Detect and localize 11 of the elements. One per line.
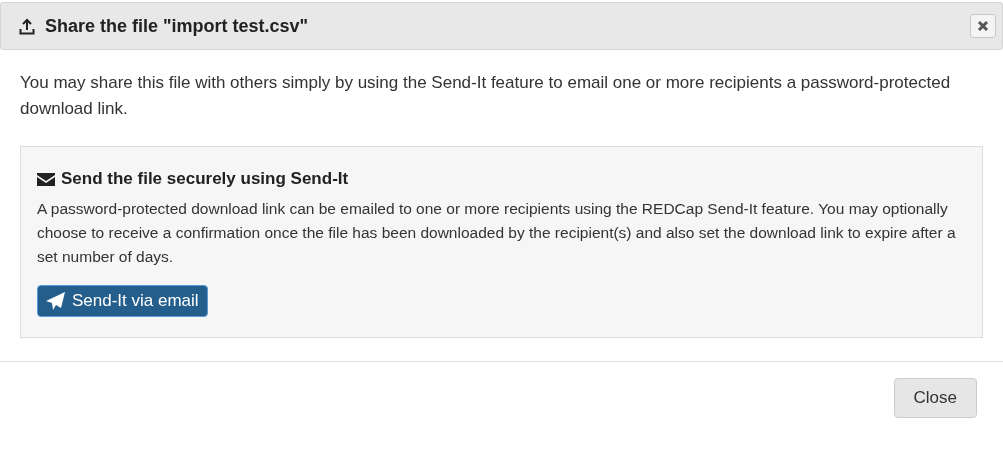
- close-icon: [977, 20, 989, 32]
- send-it-button[interactable]: Send-It via email: [37, 285, 208, 317]
- paper-plane-icon: [46, 292, 66, 310]
- dialog-title: Share the file "import test.csv": [45, 15, 310, 37]
- intro-text: You may share this file with others simply by using the Send-It feature to email one or more recipients a password-protected download link.: [20, 72, 952, 120]
- close-button[interactable]: [970, 14, 996, 38]
- upload-icon: [19, 17, 35, 35]
- panel-heading: Send the file securely using Send-It: [61, 169, 349, 189]
- envelope-icon: [37, 172, 55, 186]
- panel-description: A password-protected download link can be emailed to one or more recipients using the REDCap Send-It feature. You may optionally choose to receive a confirmation once the file has been downloaded by the recipient(s) and also set the download link to expire after a set number of days.: [37, 199, 957, 267]
- close-button[interactable]: Close: [893, 378, 977, 418]
